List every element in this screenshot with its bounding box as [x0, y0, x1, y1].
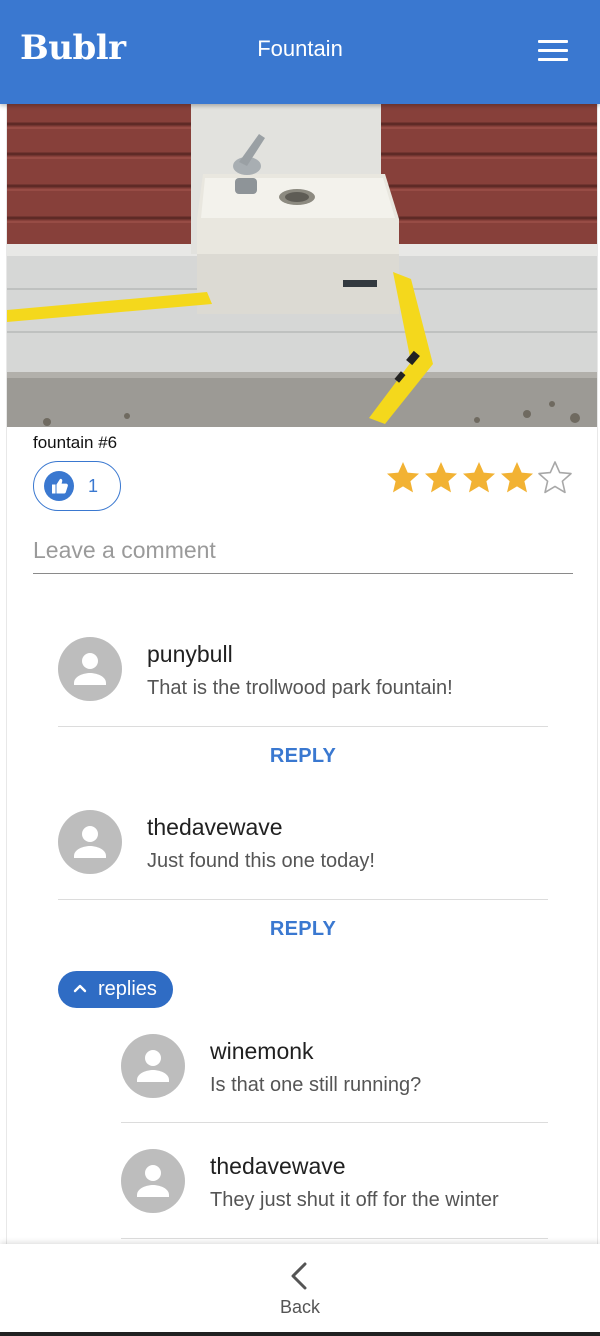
divider — [58, 899, 548, 900]
divider — [121, 1238, 548, 1239]
avatar — [121, 1149, 185, 1213]
avatar — [121, 1034, 185, 1098]
star-rating[interactable] — [385, 460, 575, 500]
reply-username[interactable]: thedavewave — [210, 1153, 346, 1180]
post-card: fountain #6 1 punybull That is the troll… — [6, 104, 598, 1244]
divider — [121, 1122, 548, 1123]
star-filled-icon[interactable] — [385, 460, 421, 496]
avatar — [58, 810, 122, 874]
system-nav-bar — [0, 1332, 600, 1336]
back-label: Back — [279, 1297, 321, 1317]
reply-username[interactable]: winemonk — [210, 1038, 314, 1065]
reply-text: Is that one still running? — [210, 1074, 422, 1096]
comment-username[interactable]: punybull — [147, 641, 233, 668]
reply-text: They just shut it off for the winter — [210, 1189, 499, 1211]
reply-button[interactable]: REPLY — [7, 918, 597, 941]
person-icon — [137, 1165, 169, 1197]
page-title: Fountain — [257, 36, 343, 61]
comment-text: Just found this one today! — [147, 850, 375, 872]
comment-input[interactable] — [33, 528, 573, 574]
thumbs-up-icon — [44, 471, 74, 501]
person-icon — [137, 1050, 169, 1082]
star-filled-icon[interactable] — [423, 460, 459, 496]
replies-toggle-label: replies — [98, 978, 157, 1000]
fountain-photo — [7, 104, 597, 427]
post-caption: fountain #6 — [33, 433, 118, 452]
bottom-nav: Back — [0, 1244, 600, 1332]
star-empty-icon[interactable] — [537, 460, 573, 496]
star-filled-icon[interactable] — [461, 460, 497, 496]
reply-button[interactable]: REPLY — [7, 745, 597, 768]
like-button[interactable]: 1 — [33, 461, 121, 511]
comment-username[interactable]: thedavewave — [147, 814, 283, 841]
avatar — [58, 637, 122, 701]
person-icon — [74, 826, 106, 858]
comment-text: That is the trollwood park fountain! — [147, 677, 453, 699]
chevron-left-icon — [291, 1262, 307, 1290]
chevron-up-icon — [73, 984, 87, 993]
app-bar: Bublr Fountain — [0, 0, 600, 104]
star-filled-icon[interactable] — [499, 460, 535, 496]
replies-toggle-button[interactable]: replies — [58, 971, 173, 1008]
back-button[interactable]: Back — [260, 1254, 340, 1326]
divider — [58, 726, 548, 727]
person-icon — [74, 653, 106, 685]
hamburger-menu-icon[interactable] — [534, 36, 572, 66]
like-count: 1 — [88, 476, 99, 496]
